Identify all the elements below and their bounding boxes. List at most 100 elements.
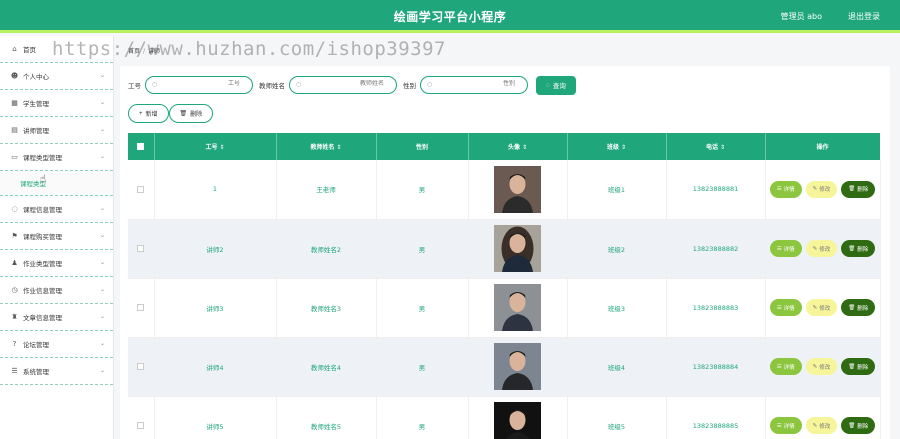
sidebar-item-label: 文章信息管理: [23, 314, 62, 322]
sidebar-item[interactable]: ? 论坛管理 ⌄: [0, 331, 113, 358]
sidebar-item-label: 作业类型管理: [23, 260, 62, 268]
gender-search-input[interactable]: [445, 80, 515, 87]
search-button[interactable]: ◌ 查询: [536, 75, 576, 95]
delete-button[interactable]: 🗑 删除: [841, 358, 876, 375]
col-class[interactable]: 班级 ⇕: [567, 133, 667, 160]
col-gender[interactable]: 性别: [376, 133, 469, 160]
sidebar-item[interactable]: ☰ 系统管理 ⌄: [0, 358, 113, 385]
name-search-field[interactable]: ○: [289, 76, 397, 94]
detail-button[interactable]: ☰ 详情: [769, 299, 802, 316]
col-class-label: 班级: [606, 144, 619, 151]
current-user[interactable]: 管理员 abo: [781, 11, 822, 22]
delete-button[interactable]: 🗑 删除: [841, 240, 876, 257]
col-id-label: 工号: [205, 144, 218, 151]
sort-icon[interactable]: ⇕: [621, 144, 626, 151]
sidebar-item[interactable]: ♟ 作业类型管理 ⌄: [0, 250, 113, 277]
edit-button[interactable]: ✎ 修改: [805, 417, 838, 434]
select-all-checkbox[interactable]: [137, 143, 145, 150]
row-select-cell[interactable]: [128, 396, 155, 439]
sort-icon[interactable]: ⇕: [219, 144, 224, 151]
id-search-field[interactable]: ○: [145, 76, 253, 94]
avatar: [494, 402, 541, 439]
trash-icon: 🗑: [848, 363, 856, 370]
flag-icon: ⚑: [11, 232, 18, 240]
row-checkbox[interactable]: [137, 185, 145, 193]
cell-name: 教师姓名4: [276, 337, 377, 397]
sidebar-item[interactable]: ▦ 学生管理 ⌄: [0, 90, 113, 117]
sort-icon[interactable]: ⇕: [336, 144, 341, 151]
cell-name: 教师姓名2: [276, 219, 377, 279]
cell-class: 班级1: [567, 160, 667, 220]
avatar: [494, 225, 541, 272]
sidebar-item[interactable]: ◌ 课程信息管理 ⌄: [0, 196, 113, 223]
col-name-label: 教师姓名: [310, 144, 335, 151]
sidebar-item[interactable]: ♜ 文章信息管理 ⌄: [0, 304, 113, 331]
table-row[interactable]: 1 王老师男班级1 13823888881 ☰ 详情 ✎ 修改 🗑 删除: [128, 160, 881, 220]
detail-icon: ☰: [776, 186, 782, 193]
search-icon: ○: [152, 81, 158, 88]
detail-button[interactable]: ☰ 详情: [769, 240, 802, 257]
sidebar-item[interactable]: ☻ 个人中心 ⌄: [0, 63, 113, 90]
id-search-input[interactable]: [170, 80, 240, 87]
detail-button[interactable]: ☰ 详情: [769, 358, 802, 375]
sort-icon[interactable]: ⇕: [522, 144, 527, 151]
col-avatar-label: 头像: [507, 144, 520, 151]
chevron-down-icon: ⌄: [99, 205, 105, 212]
delete-button[interactable]: 🗑 删除: [841, 180, 876, 198]
col-avatar[interactable]: 头像 ⇕: [468, 133, 568, 160]
chevron-down-icon: ⌄: [99, 313, 105, 320]
detail-label: 详情: [783, 187, 795, 194]
search-icon: ○: [427, 81, 433, 88]
row-checkbox[interactable]: [137, 245, 145, 252]
row-checkbox[interactable]: [137, 304, 145, 311]
user-icon: ♟: [11, 259, 18, 267]
select-all-cell[interactable]: [128, 133, 155, 160]
logout-link[interactable]: 退出登录: [848, 11, 880, 22]
detail-button[interactable]: ☰ 详情: [769, 417, 802, 434]
table-row[interactable]: 讲师5 教师姓名5 男班级5 13823888885 ☰ 详情 ✎ 修改 🗑 删除: [128, 396, 881, 439]
edit-button[interactable]: ✎ 修改: [805, 299, 838, 316]
row-select-cell[interactable]: [128, 278, 155, 338]
col-name[interactable]: 教师姓名 ⇕: [276, 133, 377, 160]
name-search-input[interactable]: [314, 80, 384, 87]
table-row[interactable]: 讲师3 教师姓名3 男班级3 13823888883 ☰ 详情 ✎ 修改 🗑 删除: [128, 278, 881, 338]
delete-button[interactable]: 🗑 删除: [841, 299, 876, 316]
table-row[interactable]: 讲师4 教师姓名4 男班级4 13823888884 ☰ 详情 ✎ 修改 🗑 删除: [128, 337, 881, 397]
sidebar-item[interactable]: ▭ 课程类型管理 ⌄: [0, 144, 113, 171]
row-select-cell[interactable]: [128, 160, 155, 220]
search-icon: ○: [296, 81, 302, 88]
sidebar-item[interactable]: ▤ 讲师管理 ⌄: [0, 117, 113, 144]
delete-button[interactable]: 🗑 删除: [841, 417, 876, 434]
edit-button[interactable]: ✎ 修改: [805, 180, 838, 198]
top-bar: 绘画学习平台小程序 管理员 abo 退出登录: [0, 0, 900, 33]
avatar: [494, 284, 541, 331]
col-ops-label: 操作: [816, 144, 829, 151]
cell-gender: 男: [376, 337, 469, 397]
gender-search-field[interactable]: ○: [420, 76, 528, 94]
detail-icon: ☰: [776, 422, 782, 429]
sort-icon[interactable]: ⇕: [720, 144, 725, 151]
edit-button[interactable]: ✎ 修改: [805, 240, 838, 257]
table-row[interactable]: 讲师2 教师姓名2 男班级2 13823888882 ☰ 详情 ✎ 修改 🗑 删除: [128, 219, 881, 279]
col-phone[interactable]: 电话 ⇕: [666, 133, 766, 160]
chevron-down-icon: ⌄: [99, 72, 105, 79]
search-button-label: 查询: [552, 83, 566, 90]
add-button[interactable]: + 新增: [128, 104, 169, 123]
sidebar-item-label: 作业信息管理: [23, 287, 62, 295]
row-select-cell[interactable]: [128, 219, 155, 279]
edit-button[interactable]: ✎ 修改: [805, 358, 838, 375]
detail-button[interactable]: ☰ 详情: [769, 180, 802, 198]
col-id[interactable]: 工号 ⇕: [154, 133, 277, 160]
mouse-cursor-icon: ☝: [40, 174, 47, 185]
clock-icon: ◷: [11, 286, 18, 294]
menu-icon: ☰: [11, 367, 18, 375]
row-checkbox[interactable]: [137, 422, 145, 429]
sidebar-item[interactable]: ◷ 作业信息管理 ⌄: [0, 277, 113, 304]
row-select-cell[interactable]: [128, 337, 155, 397]
sidebar-item[interactable]: ⚑ 课程购买管理 ⌄: [0, 223, 113, 250]
sidebar-subitem[interactable]: 课程类型: [0, 171, 113, 196]
batch-delete-button[interactable]: 🗑 删除: [168, 104, 214, 123]
row-checkbox[interactable]: [137, 363, 145, 370]
trash-icon: 🗑: [179, 111, 188, 117]
chevron-down-icon: ⌄: [99, 259, 105, 266]
